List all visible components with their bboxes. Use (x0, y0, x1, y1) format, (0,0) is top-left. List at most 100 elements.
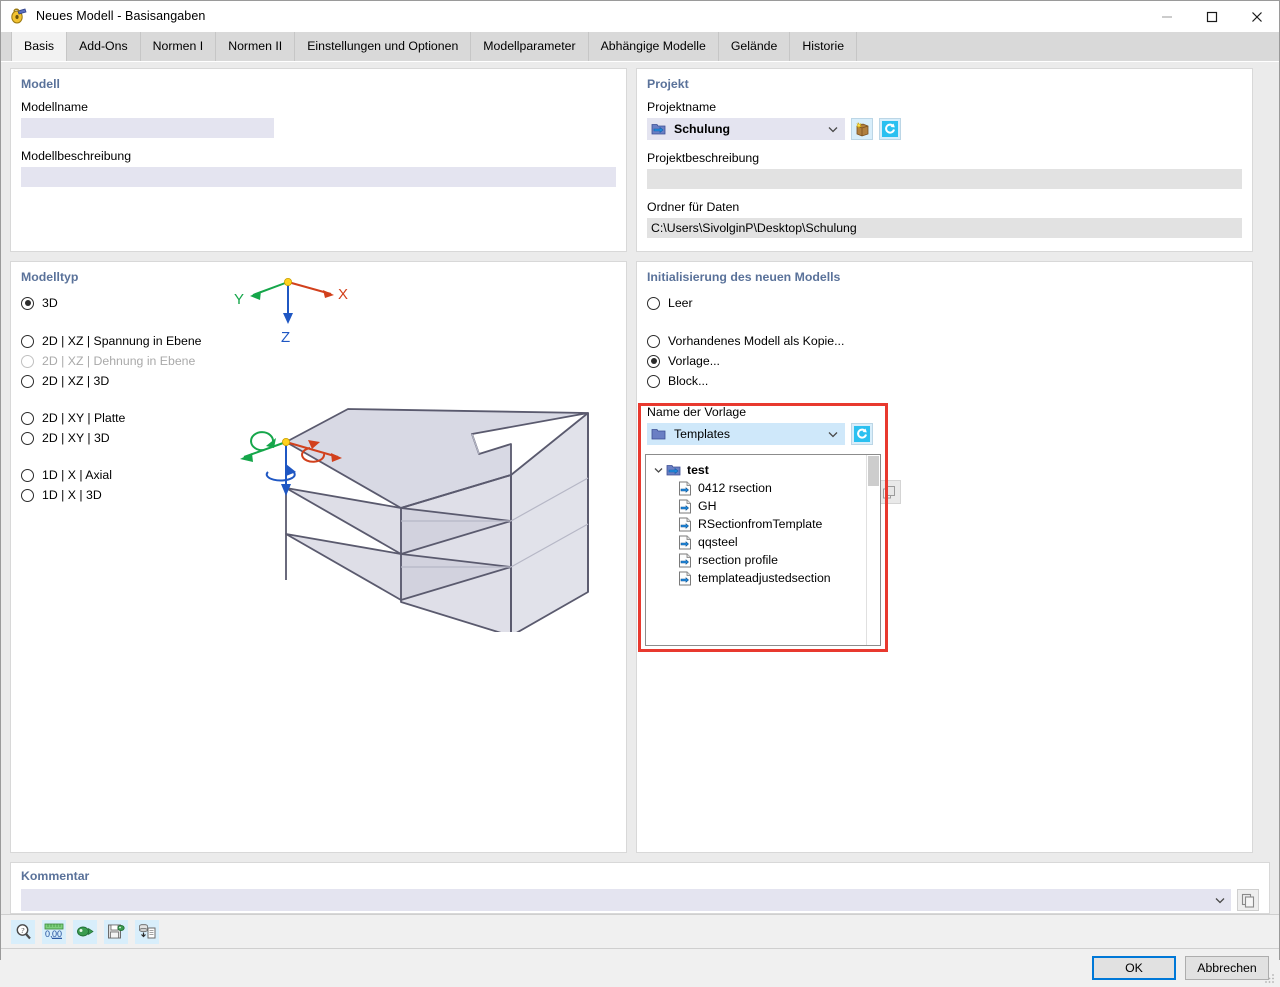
refresh-project-button[interactable] (879, 118, 901, 140)
chevron-down-icon[interactable] (650, 467, 666, 474)
axis-triad: X Y Z (234, 278, 348, 346)
radio-label: Leer (668, 296, 693, 310)
kommentar-group: Kommentar (10, 862, 1270, 914)
document-icon (677, 535, 693, 550)
tree-node-label: test (687, 463, 709, 477)
radio-label: Vorhandenes Modell als Kopie... (668, 334, 844, 348)
tab-historie[interactable]: Historie (790, 31, 857, 61)
help-button[interactable]: ? (11, 920, 35, 944)
resize-grip-icon[interactable] (1264, 972, 1276, 984)
tree-item-label: 0412 rsection (698, 481, 772, 495)
top-panels: Modell Modellname Modellbeschreibung Pro… (10, 68, 1270, 252)
radio-icon (21, 469, 34, 482)
radio-init-vorlage[interactable]: Vorlage... (647, 351, 1242, 371)
tab-basis[interactable]: Basis (11, 31, 67, 61)
document-icon (677, 517, 693, 532)
units-button[interactable]: 0, 00 (42, 920, 66, 944)
radio-label: 2D | XZ | Dehnung in Ebene (42, 354, 195, 368)
tab-einstellungen-und-optionen[interactable]: Einstellungen und Optionen (295, 31, 471, 61)
tab-label: Modellparameter (483, 39, 575, 53)
dialog-window: Neues Modell - Basisangaben Basis Add-On… (0, 0, 1280, 960)
svg-text:Z: Z (281, 329, 290, 346)
minimize-button[interactable] (1144, 1, 1189, 32)
maximize-button[interactable] (1189, 1, 1234, 32)
radio-icon (21, 489, 34, 502)
ok-button[interactable]: OK (1092, 956, 1176, 980)
tab-label: Normen I (153, 39, 204, 53)
folder-arrow-icon (666, 463, 682, 477)
tab-modellparameter[interactable]: Modellparameter (471, 31, 588, 61)
tree-item-label: GH (698, 499, 716, 513)
radio-init-vorhandenes-modell[interactable]: Vorhandenes Modell als Kopie... (647, 331, 1242, 351)
tab-label: Normen II (228, 39, 282, 53)
save-defaults-button[interactable] (104, 920, 128, 944)
tab-label: Add-Ons (79, 39, 128, 53)
modellname-label: Modellname (21, 100, 616, 114)
name-der-vorlage-label: Name der Vorlage (647, 405, 1242, 419)
tree-item[interactable]: RSectionfromTemplate (646, 515, 880, 533)
radio-label: 2D | XY | Platte (42, 411, 125, 425)
folder-icon (651, 427, 669, 441)
radio-label: Vorlage... (668, 354, 720, 368)
kommentar-copy-button[interactable] (1237, 889, 1259, 911)
modellbeschreibung-input[interactable] (21, 167, 616, 187)
tree-item-label: qqsteel (698, 535, 738, 549)
document-icon (677, 499, 693, 514)
modelltyp-group: Modelltyp 3D 2D | XZ | Spannung in Ebene (10, 261, 627, 853)
model-lock-icon (10, 7, 28, 25)
tree-item-label: rsection profile (698, 553, 778, 567)
svg-text:00: 00 (52, 929, 62, 939)
svg-text:?: ? (20, 926, 24, 935)
tree-node-root[interactable]: test (646, 461, 880, 479)
tree-scrollbar-thumb[interactable] (868, 456, 879, 486)
chevron-down-icon (825, 431, 841, 438)
tab-normen-i[interactable]: Normen I (141, 31, 217, 61)
initialisierung-group-title: Initialisierung des neuen Modells (647, 270, 1242, 284)
tab-bar: Basis Add-Ons Normen I Normen II Einstel… (1, 32, 1279, 62)
tree-item[interactable]: templateadjustedsection (646, 569, 880, 587)
folder-arrow-icon (651, 122, 669, 136)
tab-gelaende[interactable]: Gelände (719, 31, 791, 61)
radio-init-block[interactable]: Block... (647, 371, 1242, 391)
tree-item[interactable]: rsection profile (646, 551, 880, 569)
apply-button[interactable] (73, 920, 97, 944)
initialisierung-group: Initialisierung des neuen Modells Leer V… (636, 261, 1253, 853)
radio-init-leer[interactable]: Leer (647, 293, 1242, 313)
chevron-down-icon[interactable] (1215, 889, 1225, 911)
projektname-label: Projektname (647, 100, 1242, 114)
tree-item-label: RSectionfromTemplate (698, 517, 822, 531)
ordner-fuer-daten-value (647, 218, 1242, 238)
close-button[interactable] (1234, 1, 1279, 32)
document-icon (677, 553, 693, 568)
refresh-template-button[interactable] (851, 423, 873, 445)
radio-icon (647, 375, 660, 388)
tab-label: Einstellungen und Optionen (307, 39, 458, 53)
radio-icon (647, 355, 660, 368)
left-column: Modell Modellname Modellbeschreibung (10, 68, 627, 252)
radio-icon (21, 335, 34, 348)
radio-icon (21, 412, 34, 425)
modell-group-title: Modell (21, 77, 616, 91)
tree-item[interactable]: GH (646, 497, 880, 515)
tab-normen-ii[interactable]: Normen II (216, 31, 295, 61)
tree-item[interactable]: qqsteel (646, 533, 880, 551)
tree-scrollbar[interactable] (866, 455, 880, 645)
report-button[interactable] (135, 920, 159, 944)
chevron-down-icon (825, 126, 841, 133)
vorlage-combo[interactable]: Templates (647, 423, 845, 445)
tree-item[interactable]: 0412 rsection (646, 479, 880, 497)
new-project-button[interactable] (851, 118, 873, 140)
projektname-combo[interactable]: Schulung (647, 118, 845, 140)
tab-abhaengige-modelle[interactable]: Abhängige Modelle (589, 31, 719, 61)
kommentar-input[interactable] (21, 889, 1231, 911)
middle-panels: Modelltyp 3D 2D | XZ | Spannung in Ebene (10, 261, 1270, 853)
tab-add-ons[interactable]: Add-Ons (67, 31, 141, 61)
modell-group: Modell Modellname Modellbeschreibung (10, 68, 627, 252)
tab-label: Historie (802, 39, 844, 53)
cancel-button[interactable]: Abbrechen (1185, 956, 1269, 980)
template-tree[interactable]: test 0412 rsection (645, 454, 881, 646)
tab-label: Basis (24, 39, 54, 53)
radio-label: 1D | X | Axial (42, 468, 112, 482)
modellname-input[interactable] (21, 118, 274, 138)
radio-label: 2D | XZ | Spannung in Ebene (42, 334, 202, 348)
